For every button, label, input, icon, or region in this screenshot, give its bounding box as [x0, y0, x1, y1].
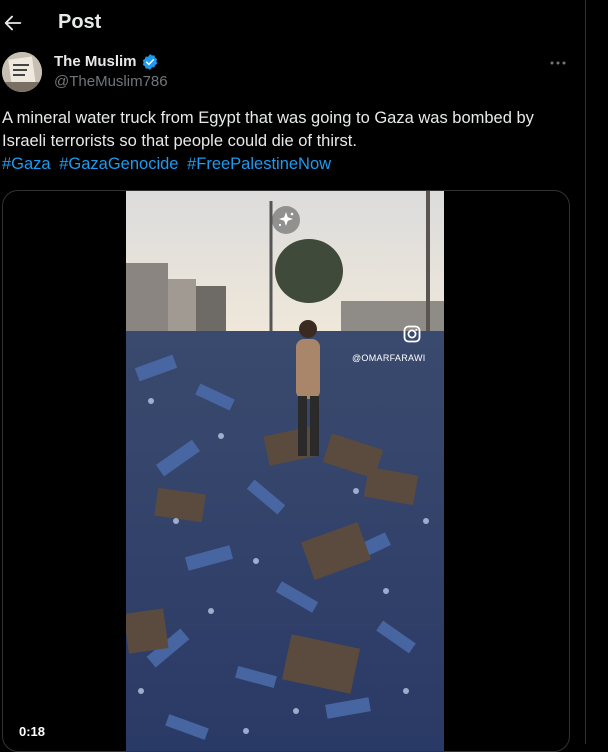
hashtag-link[interactable]: #GazaGenocide	[59, 155, 178, 173]
avatar[interactable]	[2, 52, 42, 92]
video-watermark: @OMARFARAWI	[352, 353, 426, 363]
hashtag-link[interactable]: #Gaza	[2, 155, 51, 173]
video-frame[interactable]: @OMARFARAWI	[126, 191, 444, 751]
author-name[interactable]: The Muslim	[54, 53, 137, 70]
video-duration: 0:18	[19, 724, 46, 739]
instagram-icon	[403, 325, 421, 343]
post-header: Post	[0, 0, 585, 48]
sparkle-icon[interactable]	[271, 205, 301, 235]
tweet-hashtags: #Gaza #GazaGenocide #FreePalestineNow	[2, 153, 335, 176]
video-player[interactable]: @OMARFARAWI 0:18	[2, 190, 570, 752]
page-title: Post	[58, 11, 102, 33]
author-handle[interactable]: @TheMuslim786	[54, 73, 168, 90]
avatar-image	[2, 52, 42, 92]
column-divider	[585, 0, 586, 744]
more-horizontal-icon[interactable]	[550, 58, 566, 68]
hashtag-link[interactable]: #FreePalestineNow	[187, 155, 331, 173]
video-thumbnail	[126, 191, 444, 751]
verified-badge-icon	[142, 54, 158, 70]
arrow-left-icon[interactable]	[2, 12, 24, 34]
tweet-text: A mineral water truck from Egypt that wa…	[2, 109, 534, 150]
